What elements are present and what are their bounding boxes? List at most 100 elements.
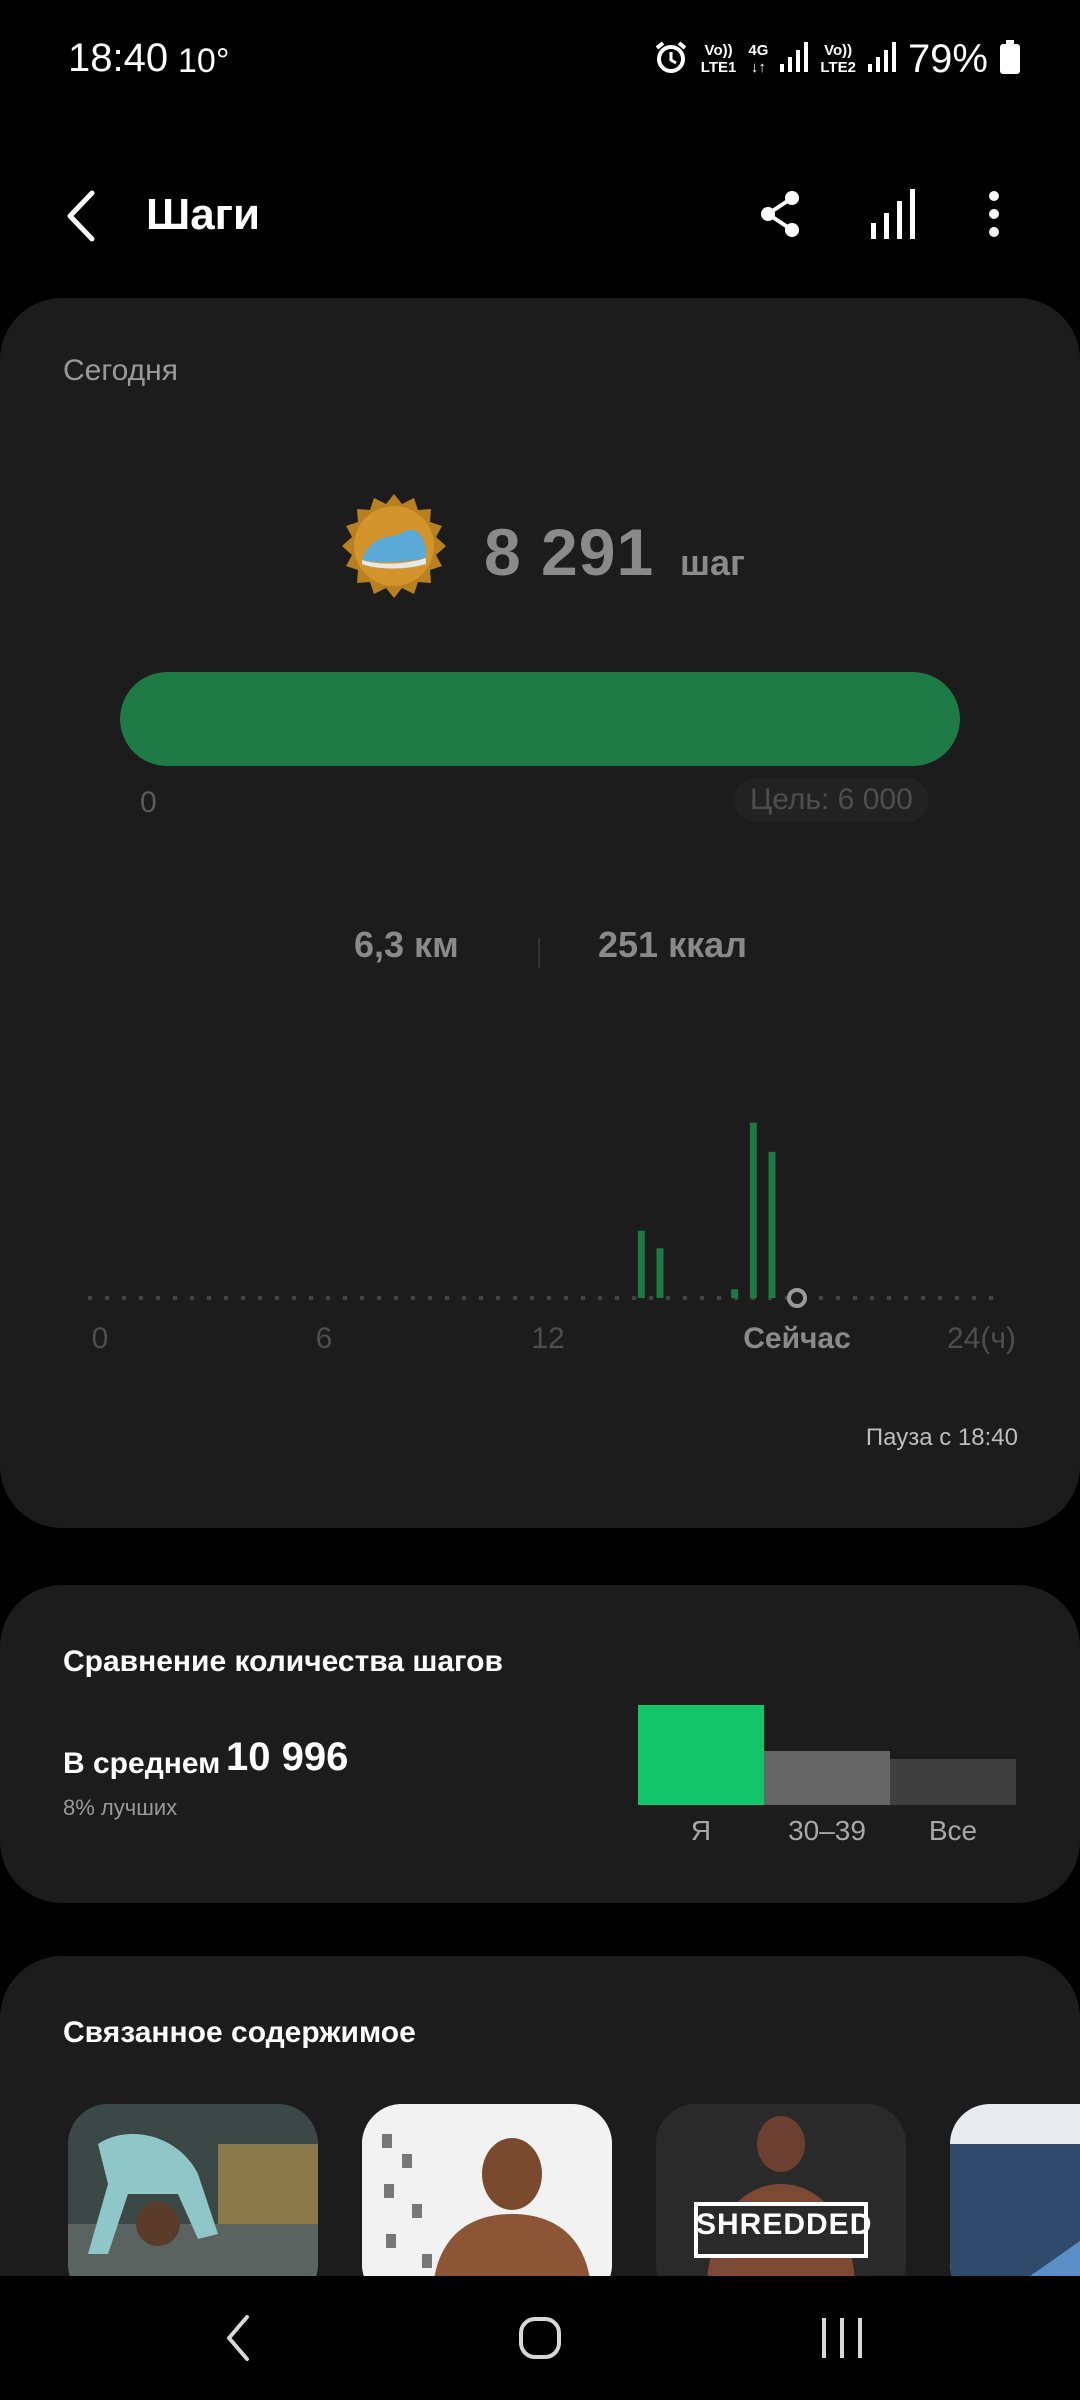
comparison-bar-label: Все (928, 1815, 978, 1846)
stretch-image (68, 2104, 318, 2276)
comparison-bar-label: 30–39 (788, 1815, 866, 1846)
chart-bar (731, 1289, 739, 1298)
chart-bar (749, 1122, 757, 1298)
chart-bar (637, 1230, 645, 1298)
status-time: 18:40 (68, 36, 169, 80)
baseline-dot (206, 1295, 212, 1301)
baseline-dot (648, 1295, 654, 1301)
baseline-dot (274, 1295, 280, 1301)
back-arrow-icon (67, 190, 95, 242)
comparison-bar (890, 1759, 1016, 1805)
baseline-dot (155, 1295, 161, 1301)
baseline-dot (444, 1295, 450, 1301)
baseline-dot (546, 1295, 552, 1301)
baseline-dot (580, 1295, 586, 1301)
related-item-sofa[interactable] (950, 2104, 1080, 2276)
back-button[interactable] (42, 176, 122, 256)
status-temperature: 10° (178, 42, 230, 80)
related-content-card: Связанное содержимое SHREDDED (0, 1956, 1080, 2276)
baseline-dot (886, 1295, 892, 1301)
average-label: В среднем (63, 1747, 221, 1780)
baseline-dot (937, 1295, 943, 1301)
related-item-muscle[interactable] (362, 2104, 612, 2276)
related-item-shredded[interactable]: SHREDDED (656, 2104, 906, 2276)
baseline-dot (410, 1295, 416, 1301)
baseline-dot (342, 1295, 348, 1301)
nav-recents-icon (822, 2318, 862, 2358)
network-type: 4G ↓↑ (748, 42, 769, 76)
baseline-dot (223, 1295, 229, 1301)
baseline-dot (240, 1295, 246, 1301)
nav-recents-button[interactable] (802, 2298, 882, 2378)
baseline-dot (172, 1295, 178, 1301)
percentile-text: 8% лучших (63, 1795, 178, 1820)
baseline-dot (291, 1295, 297, 1301)
related-item-stretch[interactable] (68, 2104, 318, 2276)
baseline-dot (512, 1295, 518, 1301)
steps-progress-fill (120, 672, 960, 766)
today-label: Сегодня (63, 354, 178, 387)
status-bar: 18:40 10° Vo)) LTE1 4G ↓↑ Vo)) LTE2 79% (0, 0, 1080, 120)
baseline-dot (631, 1295, 637, 1301)
pause-status: Пауза с 18:40 (865, 1424, 1018, 1451)
nav-home-icon (519, 2317, 561, 2359)
now-marker (787, 1288, 808, 1308)
baseline-dot (971, 1295, 977, 1301)
goal-chip[interactable]: Цель: 6 000 (734, 778, 929, 822)
baseline-dot (325, 1295, 331, 1301)
steps-comparison-card[interactable]: Сравнение количества шагов В среднем 10 … (0, 1585, 1080, 1903)
baseline-dot (104, 1295, 110, 1301)
baseline-dot (818, 1295, 824, 1301)
sim1-indicator: Vo)) LTE1 (700, 42, 737, 76)
baseline-dot (359, 1295, 365, 1301)
comparison-bar-label: Я (690, 1815, 712, 1846)
battery-icon (1000, 39, 1020, 79)
baseline-dot (495, 1295, 501, 1301)
page-title: Шаги (146, 190, 261, 239)
baseline-dot (563, 1295, 569, 1301)
x-tick-label: 24(ч) (947, 1322, 1016, 1355)
baseline-dot (954, 1295, 960, 1301)
average-value: 10 996 (226, 1735, 349, 1779)
status-indicators: Vo)) LTE1 4G ↓↑ Vo)) LTE2 79% (653, 34, 1020, 84)
calories-value: 251 ккал (598, 924, 747, 965)
baseline-dot (393, 1295, 399, 1301)
baseline-dot (903, 1295, 909, 1301)
baseline-dot (87, 1295, 93, 1301)
x-tick-label: 0 (92, 1322, 109, 1355)
app-bar: Шаги (0, 160, 1080, 270)
baseline-dot (716, 1295, 722, 1301)
nav-back-button[interactable] (198, 2298, 278, 2378)
steps-unit: шаг (680, 542, 746, 583)
related-title: Связанное содержимое (63, 2016, 416, 2049)
shredded-image (656, 2104, 906, 2276)
baseline-dot (835, 1295, 841, 1301)
alarm-icon (653, 39, 689, 80)
baseline-dot (427, 1295, 433, 1301)
shoe-badge-icon (338, 492, 450, 604)
more-options-button[interactable] (954, 174, 1034, 254)
trends-button[interactable] (854, 174, 934, 254)
navigation-bar (0, 2276, 1080, 2400)
x-tick-label: Сейчас (743, 1322, 851, 1355)
baseline-dot (988, 1295, 994, 1301)
baseline-dot (852, 1295, 858, 1301)
baseline-dot (920, 1295, 926, 1301)
bar-chart-icon (871, 189, 915, 239)
comparison-bar (638, 1705, 764, 1805)
baseline-dot (461, 1295, 467, 1301)
chart-bar (656, 1248, 664, 1298)
baseline-dot (682, 1295, 688, 1301)
baseline-dot (869, 1295, 875, 1301)
muscle-image (362, 2104, 612, 2276)
signal-icon (780, 41, 809, 77)
baseline-dot (597, 1295, 603, 1301)
sofa-image (950, 2104, 1080, 2276)
baseline-dot (478, 1295, 484, 1301)
sim2-indicator: Vo)) LTE2 (820, 42, 856, 76)
baseline-dot (308, 1295, 314, 1301)
nav-home-button[interactable] (500, 2298, 580, 2378)
share-button[interactable] (740, 174, 820, 254)
baseline-dot (257, 1295, 263, 1301)
signal-icon (867, 41, 896, 77)
